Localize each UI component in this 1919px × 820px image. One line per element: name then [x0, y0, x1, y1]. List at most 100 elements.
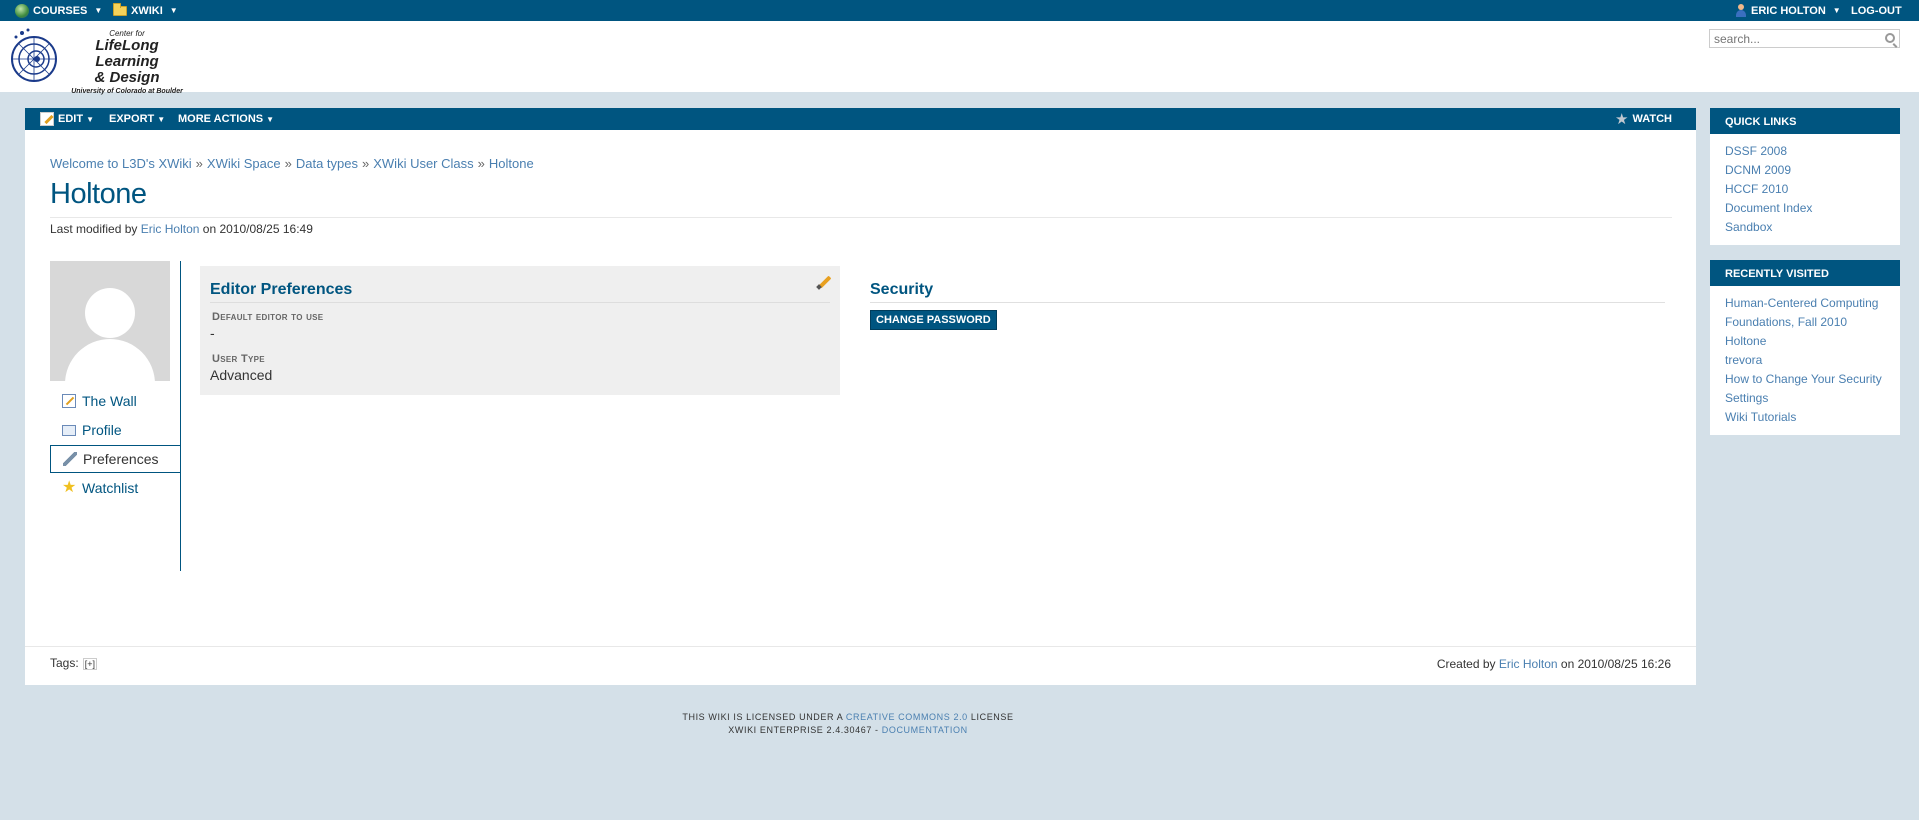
profile-menu-wall[interactable]: The Wall	[50, 387, 181, 415]
quick-link-item[interactable]: Document Index	[1725, 199, 1890, 218]
globe-icon	[15, 3, 29, 18]
title-divider	[50, 217, 1672, 218]
export-label: EXPORT	[109, 113, 155, 125]
quick-links-list: DSSF 2008 DCNM 2009 HCCF 2010 Document I…	[1710, 134, 1900, 245]
logo-line-1: LifeLong Learning	[95, 37, 159, 70]
caret-down-icon: ▼	[157, 114, 166, 124]
xwiki-menu[interactable]: XWIKI ▼	[113, 0, 178, 21]
breadcrumb-user-class[interactable]: XWiki User Class	[373, 156, 473, 171]
quick-link-item[interactable]: Sandbox	[1725, 218, 1890, 237]
breadcrumb-separator: »	[477, 156, 485, 171]
license-suffix: LICENSE	[970, 712, 1014, 722]
recent-item[interactable]: Holtone	[1725, 332, 1890, 351]
creative-commons-link[interactable]: CREATIVE COMMONS 2.0	[846, 712, 968, 722]
breadcrumb-current[interactable]: Holtone	[489, 156, 534, 171]
license-line: THIS WIKI IS LICENSED UNDER A CREATIVE C…	[0, 711, 1696, 724]
search-icon[interactable]	[1885, 33, 1895, 43]
logo-line-2: & Design	[94, 69, 160, 86]
courses-menu[interactable]: COURSES ▼	[15, 0, 102, 21]
created-user-link[interactable]: Eric Holton	[1499, 657, 1558, 671]
breadcrumb-data-types[interactable]: Data types	[296, 156, 358, 171]
last-modified-prefix: Last modified by	[50, 222, 138, 236]
caret-down-icon: ▼	[94, 6, 103, 15]
page-title: Holtone	[50, 178, 147, 210]
avatar	[50, 261, 170, 381]
caret-down-icon: ▼	[169, 6, 178, 15]
avatar-body	[65, 339, 155, 381]
content-menu-bar: EDIT ▼ EXPORT ▼ MORE ACTIONS ▼ ★ WATCH	[25, 108, 1696, 130]
folder-icon	[113, 2, 127, 16]
recent-item[interactable]: Settings	[1725, 389, 1890, 408]
user-menu[interactable]: ERIC HOLTON ▼	[1735, 0, 1841, 21]
xwiki-label: XWIKI	[131, 4, 163, 17]
l3d-logo[interactable]: Center for LifeLong Learning & Design Un…	[8, 25, 193, 95]
version-line: XWIKI ENTERPRISE 2.4.30467 - DOCUMENTATI…	[0, 724, 1696, 737]
recent-item[interactable]: Wiki Tutorials	[1725, 408, 1890, 427]
last-modified-user-link[interactable]: Eric Holton	[141, 222, 200, 236]
recently-visited-title: RECENTLY VISITED	[1710, 260, 1900, 286]
nautilus-logo-icon	[11, 28, 57, 82]
quick-link-item[interactable]: HCCF 2010	[1725, 180, 1890, 199]
security-title: Security	[870, 281, 934, 298]
global-top-bar: COURSES ▼ XWIKI ▼ ERIC HOLTON ▼ LOG-OUT	[0, 0, 1919, 21]
breadcrumb-separator: »	[195, 156, 203, 171]
pencil-icon[interactable]	[817, 274, 833, 290]
logo-university: University of Colorado at Boulder	[71, 88, 183, 95]
caret-down-icon: ▼	[1832, 6, 1841, 15]
profile-menu-profile[interactable]: Profile	[50, 416, 181, 444]
main-content: Welcome to L3D's XWiki» XWiki Space» Data …	[25, 130, 1696, 685]
logout-link[interactable]: LOG-OUT	[1851, 0, 1902, 21]
id-card-icon	[62, 424, 76, 436]
recent-item[interactable]: Human-Centered Computing	[1725, 294, 1890, 313]
editor-preferences-box: Editor Preferences Default editor to use…	[200, 266, 840, 395]
security-divider	[870, 302, 1665, 303]
breadcrumb-space[interactable]: XWiki Space	[207, 156, 281, 171]
documentation-link[interactable]: DOCUMENTATION	[882, 725, 968, 735]
wall-label: The Wall	[82, 393, 137, 409]
site-header: Center for LifeLong Learning & Design Un…	[0, 21, 1919, 95]
edit-icon	[40, 112, 54, 126]
logo-text: Center for LifeLong Learning & Design Un…	[62, 29, 192, 95]
breadcrumb-separator: »	[362, 156, 370, 171]
caret-down-icon: ▼	[86, 114, 94, 124]
quick-links-panel: QUICK LINKS DSSF 2008 DCNM 2009 HCCF 201…	[1710, 108, 1900, 245]
star-icon: ★	[1615, 111, 1629, 128]
watch-button[interactable]: ★ WATCH	[1615, 108, 1672, 130]
preferences-label: Preferences	[83, 451, 159, 467]
avatar-head	[85, 288, 135, 338]
created-by: Created by Eric Holton on 2010/08/25 16:…	[1437, 657, 1671, 671]
profile-menu-preferences[interactable]: Preferences	[50, 445, 181, 473]
recently-visited-panel: RECENTLY VISITED Human-Centered Computin…	[1710, 260, 1900, 435]
wall-icon	[62, 394, 76, 408]
user-type-label: User Type	[212, 353, 265, 365]
last-modified: Last modified by Eric Holton on 2010/08/…	[50, 222, 313, 236]
user-name: ERIC HOLTON	[1751, 4, 1826, 17]
breadcrumb-home[interactable]: Welcome to L3D's XWiki	[50, 156, 192, 171]
more-actions-label: MORE ACTIONS	[178, 113, 264, 125]
more-actions-menu[interactable]: MORE ACTIONS ▼	[178, 108, 274, 130]
profile-label: Profile	[82, 422, 122, 438]
section-divider	[210, 302, 830, 303]
quick-links-title: QUICK LINKS	[1710, 108, 1900, 134]
created-date: on 2010/08/25 16:26	[1560, 657, 1671, 671]
profile-menu-watchlist[interactable]: ★ Watchlist	[50, 474, 181, 502]
watchlist-label: Watchlist	[82, 480, 139, 496]
last-modified-date: on 2010/08/25 16:49	[202, 222, 313, 236]
recent-item[interactable]: trevora	[1725, 351, 1890, 370]
change-password-button[interactable]: CHANGE PASSWORD	[870, 310, 997, 330]
search-input[interactable]	[1709, 29, 1900, 48]
recently-visited-list: Human-Centered Computing Foundations, Fa…	[1710, 286, 1900, 435]
default-editor-label: Default editor to use	[212, 311, 324, 323]
caret-down-icon: ▼	[266, 114, 275, 124]
license-prefix: THIS WIKI IS LICENSED UNDER A	[682, 712, 843, 722]
recent-item[interactable]: Foundations, Fall 2010	[1725, 313, 1890, 332]
recent-item[interactable]: How to Change Your Security	[1725, 370, 1890, 389]
add-tag-button[interactable]: [+]	[82, 658, 97, 670]
quick-link-item[interactable]: DCNM 2009	[1725, 161, 1890, 180]
quick-link-item[interactable]: DSSF 2008	[1725, 142, 1890, 161]
courses-label: COURSES	[33, 4, 88, 17]
site-footer: THIS WIKI IS LICENSED UNDER A CREATIVE C…	[0, 711, 1696, 737]
export-menu[interactable]: EXPORT ▼	[109, 108, 165, 130]
edit-menu[interactable]: EDIT ▼	[40, 108, 94, 130]
version-text: XWIKI ENTERPRISE 2.4.30467 -	[728, 725, 879, 735]
